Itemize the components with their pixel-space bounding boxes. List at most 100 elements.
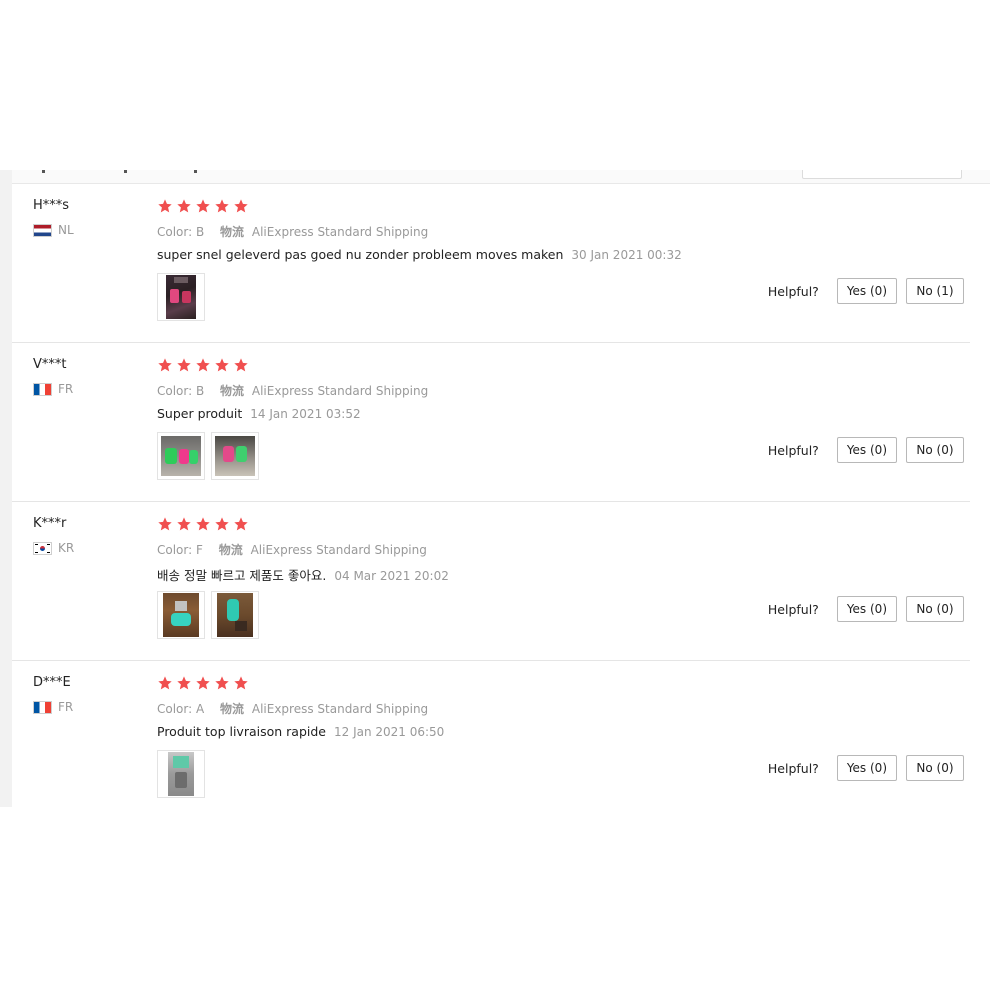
star-icon — [233, 357, 249, 373]
shipping-prefix: 物流 — [220, 225, 245, 239]
shipping-method: AliExpress Standard Shipping — [251, 384, 429, 398]
star-rating — [157, 198, 252, 214]
review-item: K***r KR Color: F 物流 AliExpress Standard… — [12, 501, 970, 661]
helpful-label: Helpful? — [767, 601, 819, 617]
helpful-votes: Helpful? Yes (0) No (0) — [768, 596, 964, 622]
review-photos — [157, 750, 211, 798]
pink-joycon-photo[interactable] — [157, 273, 205, 321]
star-icon — [176, 516, 192, 532]
star-icon — [195, 198, 211, 214]
star-rating — [157, 675, 252, 691]
helpful-label: Helpful? — [767, 760, 819, 776]
review-content: Super produit 14 Jan 2021 03:52 — [157, 406, 361, 421]
star-icon — [233, 198, 249, 214]
teal-joycon-photo[interactable] — [157, 591, 205, 639]
shipping-prefix: 物流 — [218, 543, 243, 557]
star-icon — [195, 357, 211, 373]
review-photos — [157, 432, 265, 480]
star-icon — [233, 516, 249, 532]
cut-header-text — [42, 170, 202, 174]
shipping-prefix: 物流 — [220, 384, 245, 398]
sort-select[interactable] — [802, 170, 962, 179]
reviewer-name: D***E — [33, 675, 71, 690]
color-variant: Color: B — [157, 225, 205, 239]
review-meta: Color: B 物流 AliExpress Standard Shipping — [157, 223, 428, 240]
star-icon — [195, 516, 211, 532]
star-icon — [195, 675, 211, 691]
yes-vote-button[interactable]: Yes (0) — [836, 278, 897, 304]
fr-flag-icon — [33, 382, 52, 396]
reviewer-name: H***s — [33, 198, 70, 213]
review-text: Super produit — [157, 406, 243, 421]
review-text: 배송 정말 빠르고 제품도 좋아요. — [157, 568, 327, 583]
shipping-method: AliExpress Standard Shipping — [251, 702, 429, 716]
teal-joycon-photo[interactable] — [211, 591, 259, 639]
star-icon — [157, 516, 173, 532]
country-code: FR — [58, 700, 74, 714]
star-icon — [214, 675, 230, 691]
reviewer-country: FR — [33, 700, 73, 714]
country-code: NL — [58, 223, 74, 237]
country-code: FR — [58, 382, 74, 396]
review-photos — [157, 273, 211, 321]
panel-header-cut — [12, 170, 990, 184]
reviews-panel: H***s NL Color: B 物流 AliExpress Standard… — [0, 170, 990, 807]
review-date: 30 Jan 2021 00:32 — [571, 248, 682, 262]
review-item: D***E FR Color: A 物流 AliExpress Standard… — [12, 660, 970, 819]
star-icon — [176, 357, 192, 373]
color-variant: Color: B — [157, 384, 205, 398]
star-icon — [157, 357, 173, 373]
helpful-votes: Helpful? Yes (0) No (1) — [768, 278, 964, 304]
review-item: V***t FR Color: B 物流 AliExpress Standard… — [12, 342, 970, 502]
joycon-photo[interactable] — [211, 432, 259, 480]
packaged-joycon-photo[interactable] — [157, 750, 205, 798]
no-vote-button[interactable]: No (1) — [906, 278, 964, 304]
star-icon — [214, 198, 230, 214]
reviewer-country: NL — [33, 223, 74, 237]
helpful-votes: Helpful? Yes (0) No (0) — [768, 755, 964, 781]
star-icon — [176, 198, 192, 214]
reviewer-country: FR — [33, 382, 73, 396]
review-meta: Color: F 物流 AliExpress Standard Shipping — [157, 541, 427, 558]
review-text: Produit top livraison rapide — [157, 724, 326, 739]
star-rating — [157, 516, 252, 532]
helpful-label: Helpful? — [767, 442, 819, 458]
star-icon — [157, 675, 173, 691]
yes-vote-button[interactable]: Yes (0) — [836, 755, 897, 781]
country-code: KR — [58, 541, 75, 555]
helpful-label: Helpful? — [767, 283, 819, 299]
review-meta: Color: A 物流 AliExpress Standard Shipping — [157, 700, 428, 717]
review-content: super snel geleverd pas goed nu zonder p… — [157, 247, 682, 262]
review-date: 04 Mar 2021 20:02 — [334, 569, 449, 583]
nl-flag-icon — [33, 223, 52, 237]
review-text: super snel geleverd pas goed nu zonder p… — [157, 247, 564, 262]
star-icon — [176, 675, 192, 691]
review-date: 12 Jan 2021 06:50 — [333, 725, 445, 739]
reviewer-name: K***r — [33, 516, 67, 531]
review-item: H***s NL Color: B 物流 AliExpress Standard… — [12, 183, 970, 343]
reviewer-country: KR — [33, 541, 74, 555]
star-icon — [157, 198, 173, 214]
yes-vote-button[interactable]: Yes (0) — [836, 596, 897, 622]
review-photos — [157, 591, 265, 639]
review-date: 14 Jan 2021 03:52 — [250, 407, 361, 421]
kr-flag-icon — [33, 541, 52, 555]
reviewer-name: V***t — [33, 357, 67, 372]
fr-flag-icon — [33, 700, 52, 714]
shipping-method: AliExpress Standard Shipping — [251, 225, 429, 239]
star-rating — [157, 357, 252, 373]
color-variant: Color: F — [157, 543, 203, 557]
no-vote-button[interactable]: No (0) — [906, 437, 964, 463]
no-vote-button[interactable]: No (0) — [906, 596, 964, 622]
helpful-votes: Helpful? Yes (0) No (0) — [768, 437, 964, 463]
shipping-prefix: 物流 — [220, 702, 245, 716]
review-content: Produit top livraison rapide 12 Jan 2021… — [157, 724, 444, 739]
green-pink-joycon-photo[interactable] — [157, 432, 205, 480]
star-icon — [233, 675, 249, 691]
star-icon — [214, 516, 230, 532]
yes-vote-button[interactable]: Yes (0) — [836, 437, 897, 463]
star-icon — [214, 357, 230, 373]
review-content: 배송 정말 빠르고 제품도 좋아요. 04 Mar 2021 20:02 — [157, 565, 449, 584]
color-variant: Color: A — [157, 702, 205, 716]
no-vote-button[interactable]: No (0) — [906, 755, 964, 781]
